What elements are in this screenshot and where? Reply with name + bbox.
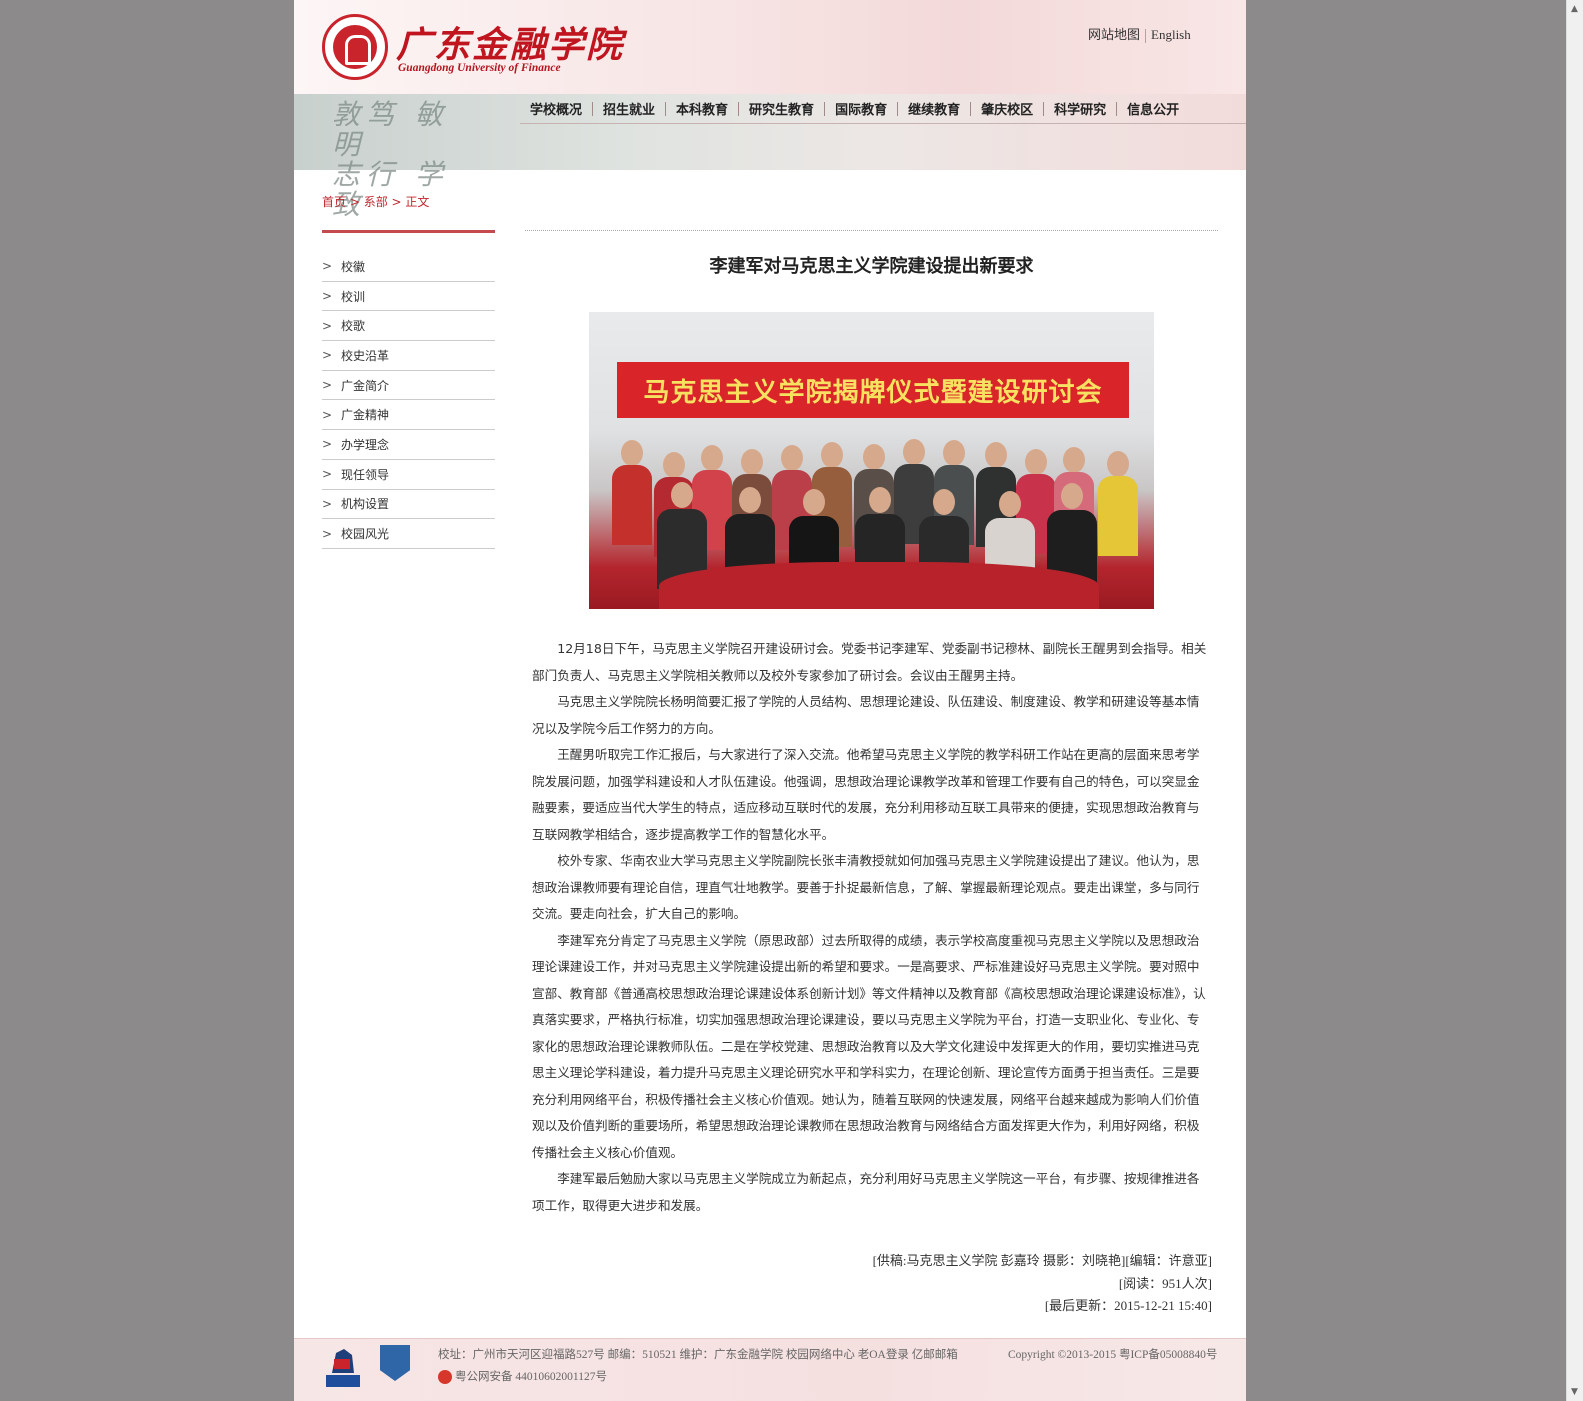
nav-item-disclosure[interactable]: 信息公开: [1117, 99, 1189, 118]
nav-item-admissions[interactable]: 招生就业: [593, 99, 665, 118]
divider: [1145, 29, 1147, 44]
footer: 校址：广州市天河区迎福路527号 邮编：510521 维护：广东金融学院 校园网…: [294, 1338, 1246, 1401]
breadcrumb-sep: >: [387, 195, 406, 209]
sidebar-item-label: 广金简介: [341, 378, 390, 393]
sidebar-item-label: 校园风光: [341, 527, 390, 542]
sidebar-item-spirit[interactable]: > 广金精神: [322, 400, 495, 431]
chevron-right-icon: >: [322, 407, 333, 422]
article-paragraph: 校外专家、华南农业大学马克思主义学院副院长张丰清教授就如何加强马克思主义学院建设…: [532, 853, 1200, 921]
footer-police-record[interactable]: 粤公网安备 44010602001127号: [455, 1371, 607, 1383]
chevron-right-icon: >: [322, 437, 333, 452]
sidebar-item-label: 校训: [341, 289, 366, 304]
scroll-up-icon[interactable]: ▲: [1571, 4, 1578, 14]
chevron-right-icon: >: [322, 318, 333, 333]
nav-banner: 敦笃 敏明 志行 学致 学校概况 招生就业 本科教育 研究生教育 国际教育 继续教…: [294, 94, 1246, 220]
sidebar-item-label: 办学理念: [341, 437, 390, 452]
sidebar-item-leaders[interactable]: > 现任领导: [322, 460, 495, 490]
nav-item-graduate[interactable]: 研究生教育: [739, 99, 824, 118]
logo-english-name[interactable]: Guangdong University of Finance: [398, 62, 561, 74]
title-divider: [525, 230, 1218, 231]
sidebar: > 校徽 > 校训 > 校歌 > 校史沿革 > 广金简介 > 广金精神 > 办学理念 > 现任领…: [322, 252, 495, 549]
chevron-right-icon: >: [322, 467, 333, 482]
vertical-scrollbar[interactable]: ▲ ▼: [1566, 0, 1583, 1401]
english-link[interactable]: English: [1151, 27, 1191, 42]
main-nav: 学校概况 招生就业 本科教育 研究生教育 国际教育 继续教育 肇庆校区 科学研究…: [520, 94, 1246, 124]
sidebar-item-label: 广金精神: [341, 408, 390, 423]
read-count: [阅读：951人次]: [1118, 1275, 1212, 1291]
article-credit: [供稿:马克思主义学院 彭嘉玲 摄影：刘晓艳][编辑：许意亚]: [872, 1253, 1212, 1268]
nav-item-international[interactable]: 国际教育: [825, 99, 897, 118]
scroll-down-icon[interactable]: ▼: [1571, 1387, 1578, 1397]
footer-copyright: Copyright ©2013-2015 粤ICP备05008840号: [1008, 1349, 1218, 1361]
sidebar-item-emblem[interactable]: > 校徽: [322, 252, 495, 282]
sidebar-item-intro[interactable]: > 广金简介: [322, 371, 495, 401]
red-tablecloth: [659, 562, 1099, 609]
header: 广东金融学院 Guangdong University of Finance 网…: [294, 0, 1246, 94]
nav-item-zhaoqing[interactable]: 肇庆校区: [971, 99, 1043, 118]
nav-item-undergraduate[interactable]: 本科教育: [666, 99, 738, 118]
sidebar-item-organization[interactable]: > 机构设置: [322, 490, 495, 520]
sidebar-item-label: 校歌: [341, 319, 366, 334]
chevron-right-icon: >: [322, 259, 333, 274]
sidebar-top-rule: [322, 230, 495, 233]
study-badge-icon[interactable]: [380, 1345, 410, 1381]
nav-item-continuing[interactable]: 继续教育: [898, 99, 970, 118]
group-photo: 马克思主义学院揭牌仪式暨建设研讨会: [589, 312, 1154, 609]
photo-banner: 马克思主义学院揭牌仪式暨建设研讨会: [617, 362, 1129, 418]
sidebar-item-label: 校史沿革: [341, 348, 390, 363]
breadcrumb: 首页 > 系部 > 正文: [322, 193, 429, 210]
footer-info: 校址：广州市天河区迎福路527号 邮编：510521 维护：广东金融学院 校园网…: [438, 1344, 958, 1388]
sitemap-link[interactable]: 网站地图: [1088, 27, 1140, 42]
chevron-right-icon: >: [322, 496, 333, 511]
article-paragraph: 马克思主义学院院长杨明简要汇报了学院的人员结构、思想理论建设、队伍建设、制度建设…: [532, 694, 1200, 736]
party-emblem-icon[interactable]: [324, 1345, 362, 1389]
article-paragraph: 李建军充分肯定了马克思主义学院（原思政部）过去所取得的成绩，表示学校高度重视马克…: [532, 932, 1206, 1160]
breadcrumb-current[interactable]: 正文: [405, 195, 429, 209]
chevron-right-icon: >: [322, 378, 333, 393]
nav-item-research[interactable]: 科学研究: [1044, 99, 1116, 118]
sidebar-item-label: 现任领导: [341, 467, 390, 482]
breadcrumb-section[interactable]: 系部: [364, 195, 388, 209]
police-badge-icon: [438, 1370, 452, 1385]
chevron-right-icon: >: [322, 289, 333, 304]
people-group: [601, 437, 1146, 598]
breadcrumb-home[interactable]: 首页: [322, 195, 346, 209]
sidebar-item-philosophy[interactable]: > 办学理念: [322, 430, 495, 460]
article-meta: [供稿:马克思主义学院 彭嘉玲 摄影：刘晓艳][编辑：许意亚] [阅读：951人…: [873, 1250, 1212, 1318]
sidebar-item-label: 机构设置: [341, 497, 390, 512]
article-paragraph: 李建军最后勉励大家以马克思主义学院成立为新起点，充分利用好马克思主义学院这一平台…: [532, 1171, 1200, 1213]
footer-address: 校址：广州市天河区迎福路527号 邮编：510521 维护：广东金融学院 校园网…: [438, 1349, 958, 1361]
school-emblem-icon[interactable]: [322, 14, 388, 80]
top-links: 网站地图 English: [1088, 24, 1191, 44]
nav-item-overview[interactable]: 学校概况: [520, 99, 592, 118]
sidebar-item-motto[interactable]: > 校训: [322, 282, 495, 312]
sidebar-item-anthem[interactable]: > 校歌: [322, 311, 495, 342]
article-paragraph: 王醒男听取完工作汇报后，与大家进行了深入交流。他希望马克思主义学院的教学科研工作…: [532, 747, 1200, 842]
chevron-right-icon: >: [322, 348, 333, 363]
last-updated: [最后更新：2015-12-21 15:40]: [1044, 1298, 1212, 1313]
sidebar-item-label: 校徽: [341, 259, 366, 274]
article-title: 李建军对马克思主义学院建设提出新要求: [709, 256, 1034, 277]
article-body: 12月18日下午，马克思主义学院召开建设研讨会。党委书记李建军、党委副书记穆林、…: [532, 636, 1212, 1219]
page: 广东金融学院 Guangdong University of Finance 网…: [294, 0, 1246, 1401]
logo-chinese-name[interactable]: 广东金融学院: [396, 16, 624, 68]
sidebar-item-campus[interactable]: > 校园风光: [322, 519, 495, 549]
breadcrumb-sep: >: [346, 195, 364, 209]
chevron-right-icon: >: [322, 526, 333, 541]
article-paragraph: 12月18日下午，马克思主义学院召开建设研讨会。党委书记李建军、党委副书记穆林、…: [532, 641, 1207, 683]
sidebar-item-history[interactable]: > 校史沿革: [322, 341, 495, 371]
